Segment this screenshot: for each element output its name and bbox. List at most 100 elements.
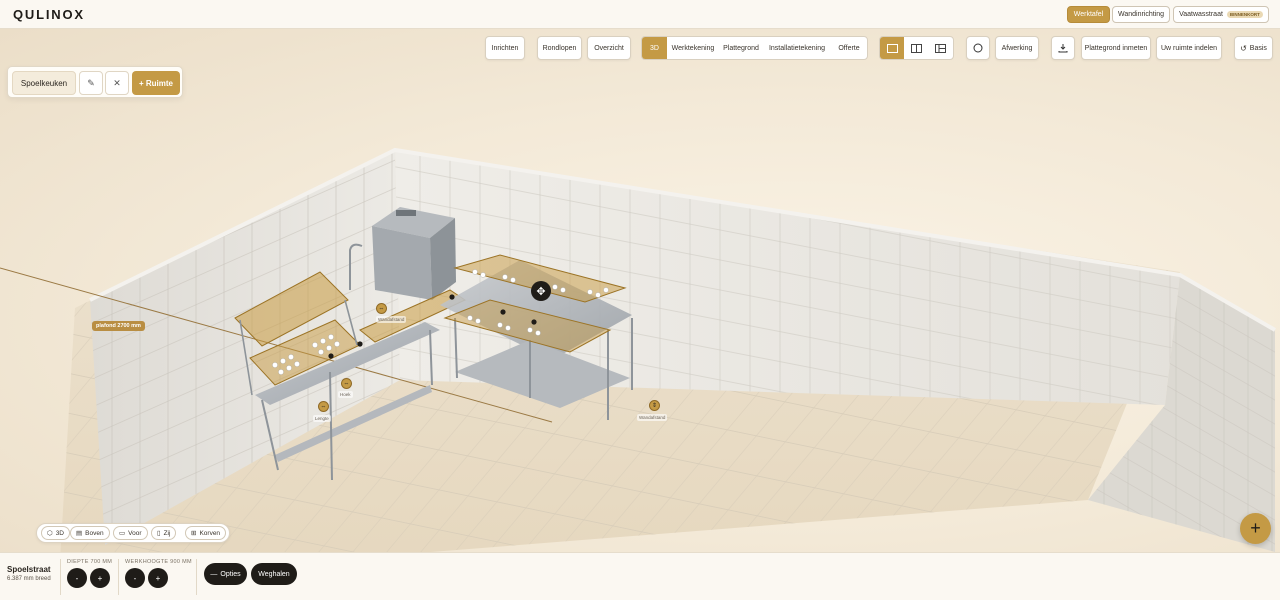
remove-label: Weghalen xyxy=(258,570,290,578)
wall-distance-handle-right[interactable]: ⇕ xyxy=(649,400,660,411)
mode-vaatwasstraat[interactable]: Vaatwasstraat BINNENKORT xyxy=(1173,6,1269,23)
delete-room-button[interactable]: ✕ xyxy=(105,71,129,95)
resize-icon: ⇔ xyxy=(320,403,327,410)
camera-3d-label: 3D xyxy=(55,529,64,537)
single-view-icon xyxy=(886,43,898,53)
afwerking-label: Afwerking xyxy=(1001,44,1033,52)
basis-label: Basis xyxy=(1249,44,1267,52)
divider xyxy=(60,559,61,595)
corner-caption: Hoek xyxy=(338,391,353,398)
mode-vaatwasstraat-label: Vaatwasstraat xyxy=(1179,11,1223,18)
selection-bar: Spoelstraat 6.387 mm breed DIEPTE 700 MM… xyxy=(0,552,1280,600)
tab-3d-label: 3D xyxy=(650,44,659,52)
depth-decrease-button[interactable]: - xyxy=(67,568,87,588)
camera-voor-label: Voor xyxy=(128,529,142,537)
edit-room-button[interactable]: ✎ xyxy=(79,71,103,95)
plus-icon: + xyxy=(97,573,103,583)
tab-installatietekening[interactable]: Installatietekening xyxy=(763,37,831,59)
plattegrond-inmeten-button[interactable]: Plattegrond inmeten xyxy=(1081,36,1151,60)
room-panel: Spoelkeuken ✎ ✕ + Ruimte xyxy=(7,66,183,98)
close-icon: ✕ xyxy=(113,77,121,88)
options-label: Opties xyxy=(220,570,241,578)
tab-offerte-label: Offerte xyxy=(838,44,860,52)
camera-boven-label: Boven xyxy=(85,529,104,537)
move-handle[interactable]: ✥ xyxy=(531,281,551,301)
height-increase-button[interactable]: + xyxy=(148,568,168,588)
room-selector[interactable]: Spoelkeuken xyxy=(12,71,76,95)
height-decrease-button[interactable]: - xyxy=(125,568,145,588)
camera-zij-button[interactable]: ▯ Zij xyxy=(151,526,177,540)
tab-plattegrond[interactable]: Plattegrond xyxy=(719,37,763,59)
minus-icon: - xyxy=(133,573,137,583)
top-view-icon: ▤ xyxy=(76,530,83,537)
3d-viewport[interactable]: Inrichten Rondlopen Overzicht 3D Werktek… xyxy=(0,29,1280,552)
afwerking-button[interactable]: Afwerking xyxy=(995,36,1039,60)
mode-werktafel-label: Werktafel xyxy=(1073,11,1104,18)
corner-handle[interactable]: ⇔ xyxy=(341,378,352,389)
tab-werktekening[interactable]: Werktekening xyxy=(667,37,719,59)
options-button[interactable]: — Opties xyxy=(204,563,247,585)
move-icon: ✥ xyxy=(536,285,546,298)
download-icon xyxy=(1058,44,1068,53)
add-item-button[interactable]: + xyxy=(1240,513,1271,544)
plus-icon: + xyxy=(1250,518,1261,538)
divider xyxy=(196,559,197,595)
front-view-icon: ▭ xyxy=(119,530,126,537)
resize-icon: ⇔ xyxy=(343,380,350,387)
depth-increase-button[interactable]: + xyxy=(90,568,110,588)
mode-wandinrichting[interactable]: Wandinrichting xyxy=(1112,6,1170,23)
top-bar: QULINOX Werktafel Wandinrichting Vaatwas… xyxy=(0,0,1280,29)
ruimte-indelen-button[interactable]: Uw ruimte indelen xyxy=(1156,36,1222,60)
view-tabs: 3D Werktekening Plattegrond Installatiet… xyxy=(641,36,868,60)
rondlopen-button[interactable]: Rondlopen xyxy=(537,36,582,60)
resize-icon: ⇔ xyxy=(378,305,385,312)
baskets-label: Korven xyxy=(199,529,221,537)
selected-item-width: 6.387 mm breed xyxy=(7,576,51,582)
split-view-icon xyxy=(910,43,922,53)
camera-voor-button[interactable]: ▭ Voor xyxy=(113,526,148,540)
baskets-button[interactable]: ⊞ Korven xyxy=(185,526,227,540)
panel-view-button[interactable] xyxy=(929,37,953,59)
side-view-icon: ▯ xyxy=(157,530,161,537)
length-handle[interactable]: ⇔ xyxy=(318,401,329,412)
overzicht-label: Overzicht xyxy=(594,44,624,52)
mode-wandinrichting-label: Wandinrichting xyxy=(1117,11,1165,18)
tab-offerte[interactable]: Offerte xyxy=(831,37,867,59)
basis-button[interactable]: ↺ Basis xyxy=(1234,36,1273,60)
rondlopen-label: Rondlopen xyxy=(542,44,577,52)
wall-distance-caption-right: Wandafstand xyxy=(637,414,668,421)
inrichten-label: Inrichten xyxy=(491,44,519,52)
tab-werktekening-label: Werktekening xyxy=(671,44,715,52)
depth-label: DIEPTE 700 MM xyxy=(67,559,113,565)
minus-icon: - xyxy=(75,573,79,583)
wall-distance-caption: Wandafstand xyxy=(376,316,407,323)
room-name: Spoelkeuken xyxy=(20,78,68,88)
tab-3d[interactable]: 3D xyxy=(642,37,667,59)
tab-installatietekening-label: Installatietekening xyxy=(768,44,826,52)
camera-boven-button[interactable]: ▤ Boven xyxy=(70,526,110,540)
length-caption: Lengte xyxy=(313,415,331,422)
add-room-label: + Ruimte xyxy=(138,78,173,88)
overzicht-button[interactable]: Overzicht xyxy=(587,36,631,60)
single-view-button[interactable] xyxy=(880,37,905,59)
split-view-button[interactable] xyxy=(904,37,928,59)
app-logo: QULINOX xyxy=(13,7,85,22)
height-label: WERKHOOGTE 900 MM xyxy=(125,559,192,565)
wall-distance-handle[interactable]: ⇔ xyxy=(376,303,387,314)
download-button[interactable] xyxy=(1051,36,1075,60)
mode-werktafel[interactable]: Werktafel xyxy=(1067,6,1110,23)
remove-button[interactable]: Weghalen xyxy=(251,563,297,585)
selected-item-name: Spoelstraat xyxy=(7,565,51,574)
circle-view-button[interactable] xyxy=(966,36,990,60)
inrichten-button[interactable]: Inrichten xyxy=(485,36,525,60)
tab-plattegrond-label: Plattegrond xyxy=(723,44,759,52)
kitchen-3d-scene[interactable] xyxy=(0,29,1280,552)
camera-3d-button[interactable]: ⬡ 3D xyxy=(41,526,70,540)
plattegrond-inmeten-label: Plattegrond inmeten xyxy=(1084,44,1148,52)
coming-soon-badge: BINNENKORT xyxy=(1226,11,1263,18)
pencil-icon: ✎ xyxy=(87,77,95,88)
options-icon: — xyxy=(210,570,218,578)
add-room-button[interactable]: + Ruimte xyxy=(132,71,180,95)
plus-icon: + xyxy=(155,573,161,583)
divider xyxy=(118,559,119,595)
